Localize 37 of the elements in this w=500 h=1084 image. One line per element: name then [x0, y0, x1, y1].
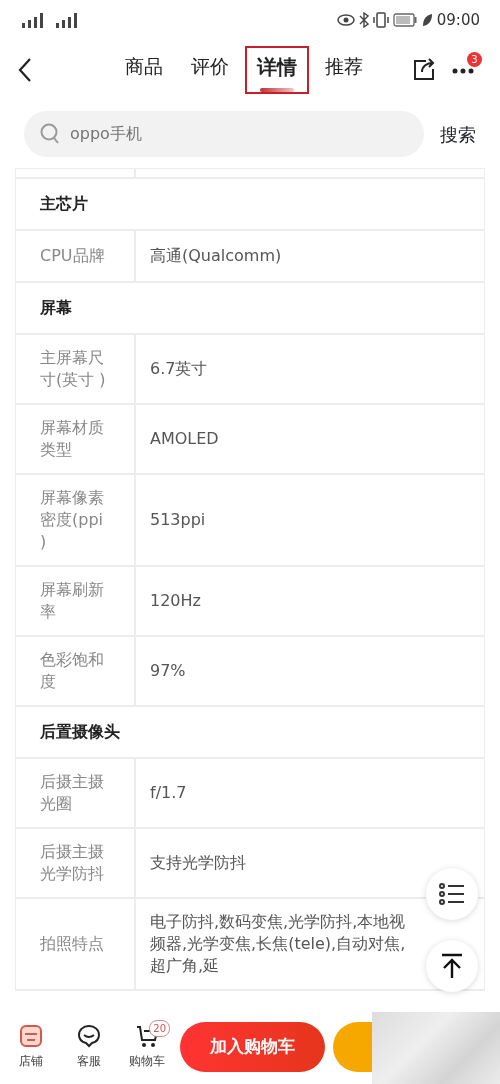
section-heading: 屏幕 [39, 297, 73, 319]
search-input[interactable]: oppo手机 [68, 121, 408, 147]
count-badge: 20 [149, 1020, 170, 1037]
spec-value: 高通(Qualcomm) [149, 245, 283, 267]
spec-label: 拍照特点 [40, 933, 105, 955]
status-time: 09:00 [436, 9, 480, 31]
spec-label: 屏幕材质类型 [40, 417, 105, 461]
section-heading: 后置摄像头 [39, 721, 121, 743]
nav-label: 购物车 [129, 1053, 165, 1070]
notification-badge: 3 [467, 51, 482, 67]
tab[interactable]: 详情 [255, 48, 299, 86]
search-field[interactable]: oppo手机 [24, 111, 424, 157]
spec-value: 513ppi [149, 509, 207, 531]
spec-value: 120Hz [149, 590, 202, 612]
section-heading: 主芯片 [39, 193, 89, 215]
add-to-cart-button[interactable]: 加入购物车 [180, 1022, 325, 1072]
bottom-nav-item[interactable]: 客服 [64, 1024, 114, 1070]
spec-label: 屏幕像素密度(ppi ) [40, 487, 105, 553]
tab[interactable]: 商品 [123, 48, 165, 85]
spec-value: 支持光学防抖 [149, 852, 247, 874]
spec-label: 后摄主摄光圈 [40, 771, 105, 815]
spec-value: AMOLED [149, 428, 220, 450]
spec-value: 电子防抖,数码变焦,光学防抖,本地视频器,光学变焦,长焦(tele),自动对焦,超广角,延 [149, 911, 407, 977]
spec-label: 色彩饱和度 [40, 649, 105, 693]
tab[interactable]: 推荐 [323, 48, 365, 85]
spec-label: 主屏幕尺寸(英寸 ) [40, 347, 107, 391]
spec-value: 6.7英寸 [149, 358, 209, 380]
nav-label: 客服 [77, 1053, 101, 1070]
spec-label: 后摄主摄光学防抖 [40, 841, 105, 885]
spec-value: f/1.7 [149, 782, 188, 804]
tab[interactable]: 评价 [189, 48, 231, 85]
spec-label: CPU品牌 [40, 245, 106, 267]
spec-value: 97% [149, 660, 187, 682]
nav-label: 店铺 [19, 1053, 43, 1070]
bottom-nav-item[interactable]: 店铺 [6, 1024, 56, 1070]
spec-label: 屏幕刷新率 [40, 579, 105, 623]
search-button[interactable]: 搜索 [440, 120, 476, 148]
